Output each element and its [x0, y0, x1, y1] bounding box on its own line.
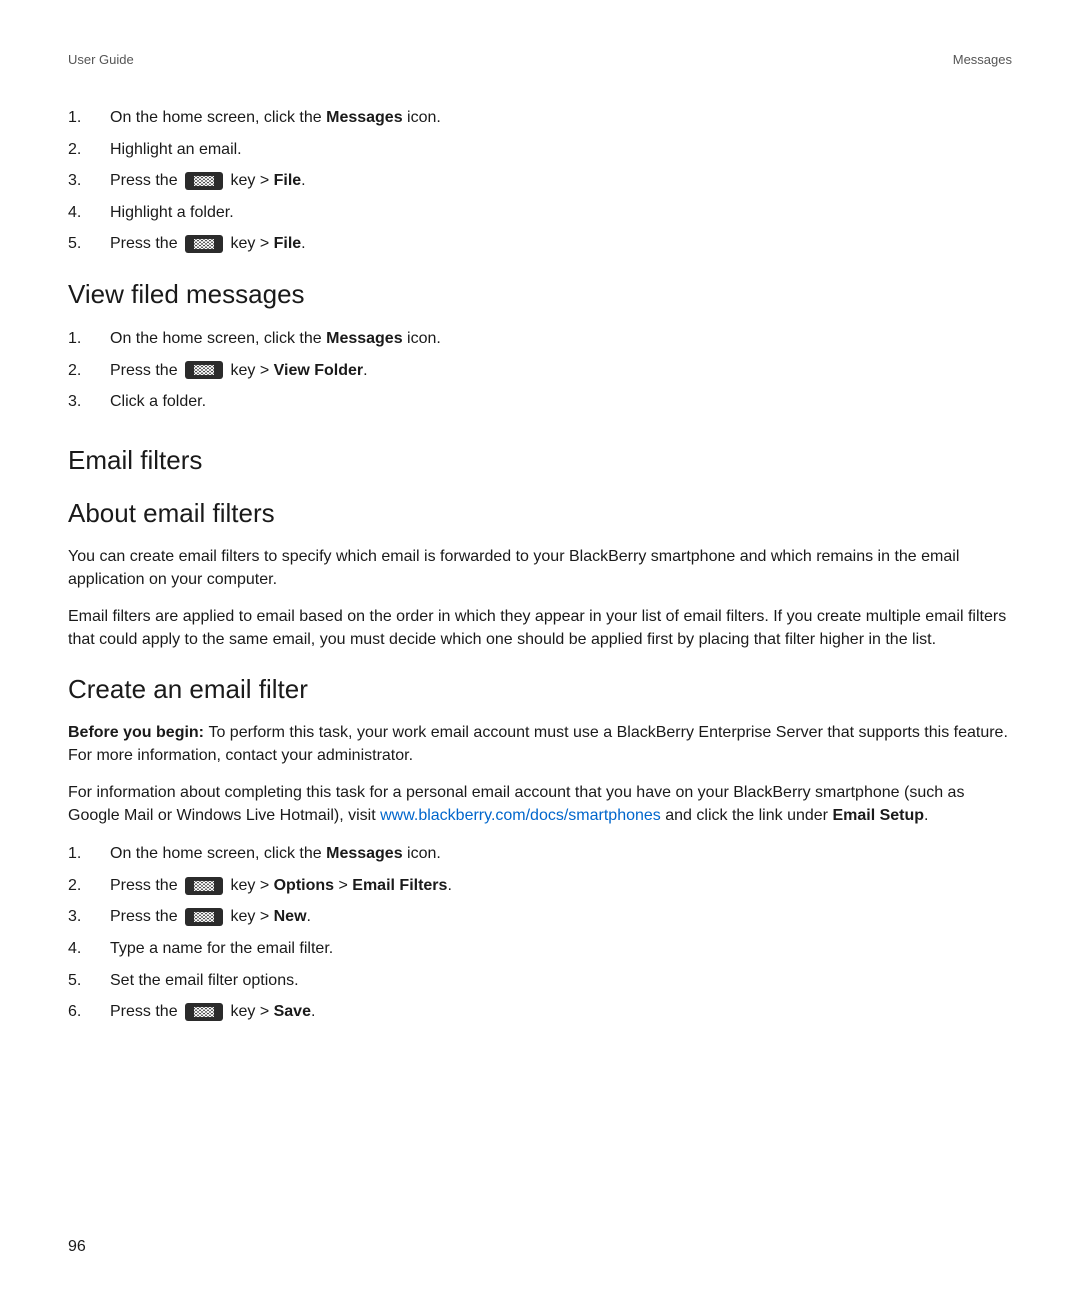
- view-filed-messages-heading: View filed messages: [68, 279, 1012, 310]
- list-item: Click a folder.: [68, 389, 1012, 415]
- menu-key-icon: [185, 908, 223, 926]
- list-item: Set the email filter options.: [68, 968, 1012, 994]
- create-email-filter-heading: Create an email filter: [68, 674, 1012, 705]
- before-you-begin: Before you begin: To perform this task, …: [68, 721, 1012, 767]
- header-left: User Guide: [68, 52, 134, 67]
- list-item: Press the key > Save.: [68, 999, 1012, 1025]
- view-filed-steps: On the home screen, click the Messages i…: [68, 326, 1012, 415]
- list-item: On the home screen, click the Messages i…: [68, 105, 1012, 131]
- page-header: User Guide Messages: [68, 52, 1012, 67]
- menu-key-icon: [185, 172, 223, 190]
- create-info-paragraph: For information about completing this ta…: [68, 781, 1012, 827]
- list-item: Press the key > File.: [68, 231, 1012, 257]
- email-filters-heading: Email filters: [68, 445, 1012, 476]
- file-messages-steps: On the home screen, click the Messages i…: [68, 105, 1012, 257]
- list-item: Press the key > View Folder.: [68, 358, 1012, 384]
- list-item: On the home screen, click the Messages i…: [68, 841, 1012, 867]
- menu-key-icon: [185, 361, 223, 379]
- list-item: On the home screen, click the Messages i…: [68, 326, 1012, 352]
- menu-key-icon: [185, 235, 223, 253]
- list-item: Press the key > New.: [68, 904, 1012, 930]
- list-item: Press the key > Options > Email Filters.: [68, 873, 1012, 899]
- about-paragraph-1: You can create email filters to specify …: [68, 545, 1012, 591]
- about-email-filters-heading: About email filters: [68, 498, 1012, 529]
- header-right: Messages: [953, 52, 1012, 67]
- create-filter-steps: On the home screen, click the Messages i…: [68, 841, 1012, 1025]
- menu-key-icon: [185, 1003, 223, 1021]
- list-item: Press the key > File.: [68, 168, 1012, 194]
- list-item: Type a name for the email filter.: [68, 936, 1012, 962]
- docs-link[interactable]: www.blackberry.com/docs/smartphones: [380, 807, 661, 824]
- list-item: Highlight an email.: [68, 137, 1012, 163]
- list-item: Highlight a folder.: [68, 200, 1012, 226]
- menu-key-icon: [185, 877, 223, 895]
- about-paragraph-2: Email filters are applied to email based…: [68, 605, 1012, 651]
- page-number: 96: [68, 1238, 86, 1256]
